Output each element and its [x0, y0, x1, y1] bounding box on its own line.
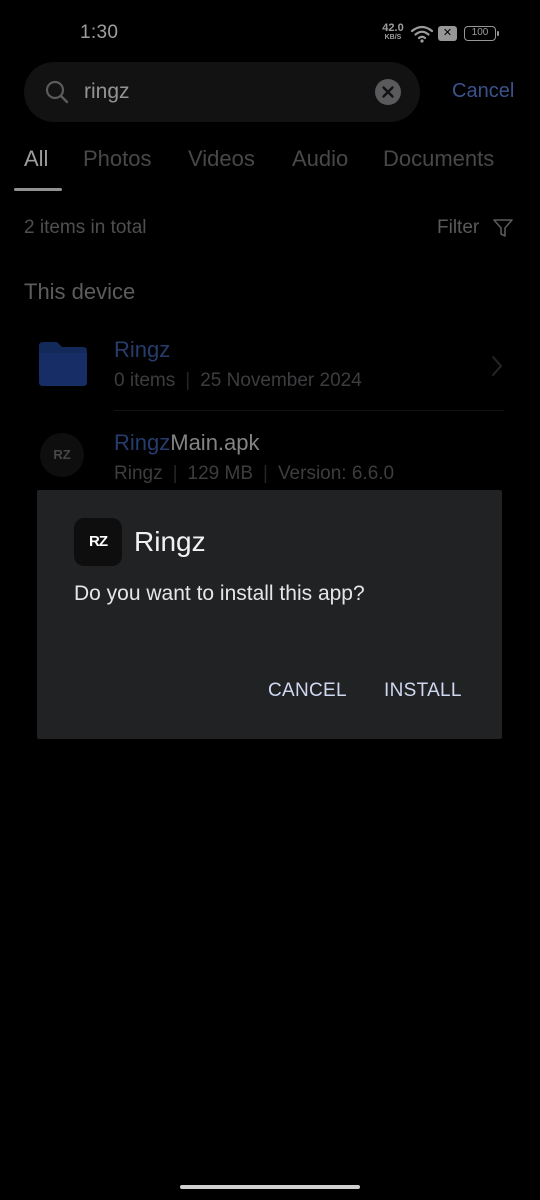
install-button[interactable]: INSTALL — [384, 680, 462, 702]
home-indicator[interactable] — [180, 1185, 360, 1189]
install-dialog: RZ Ringz Do you want to install this app… — [37, 490, 502, 739]
dialog-title: Ringz — [134, 526, 206, 557]
app-icon: RZ — [74, 518, 122, 566]
dialog-message: Do you want to install this app? — [74, 582, 365, 605]
cancel-button[interactable]: CANCEL — [268, 680, 347, 702]
